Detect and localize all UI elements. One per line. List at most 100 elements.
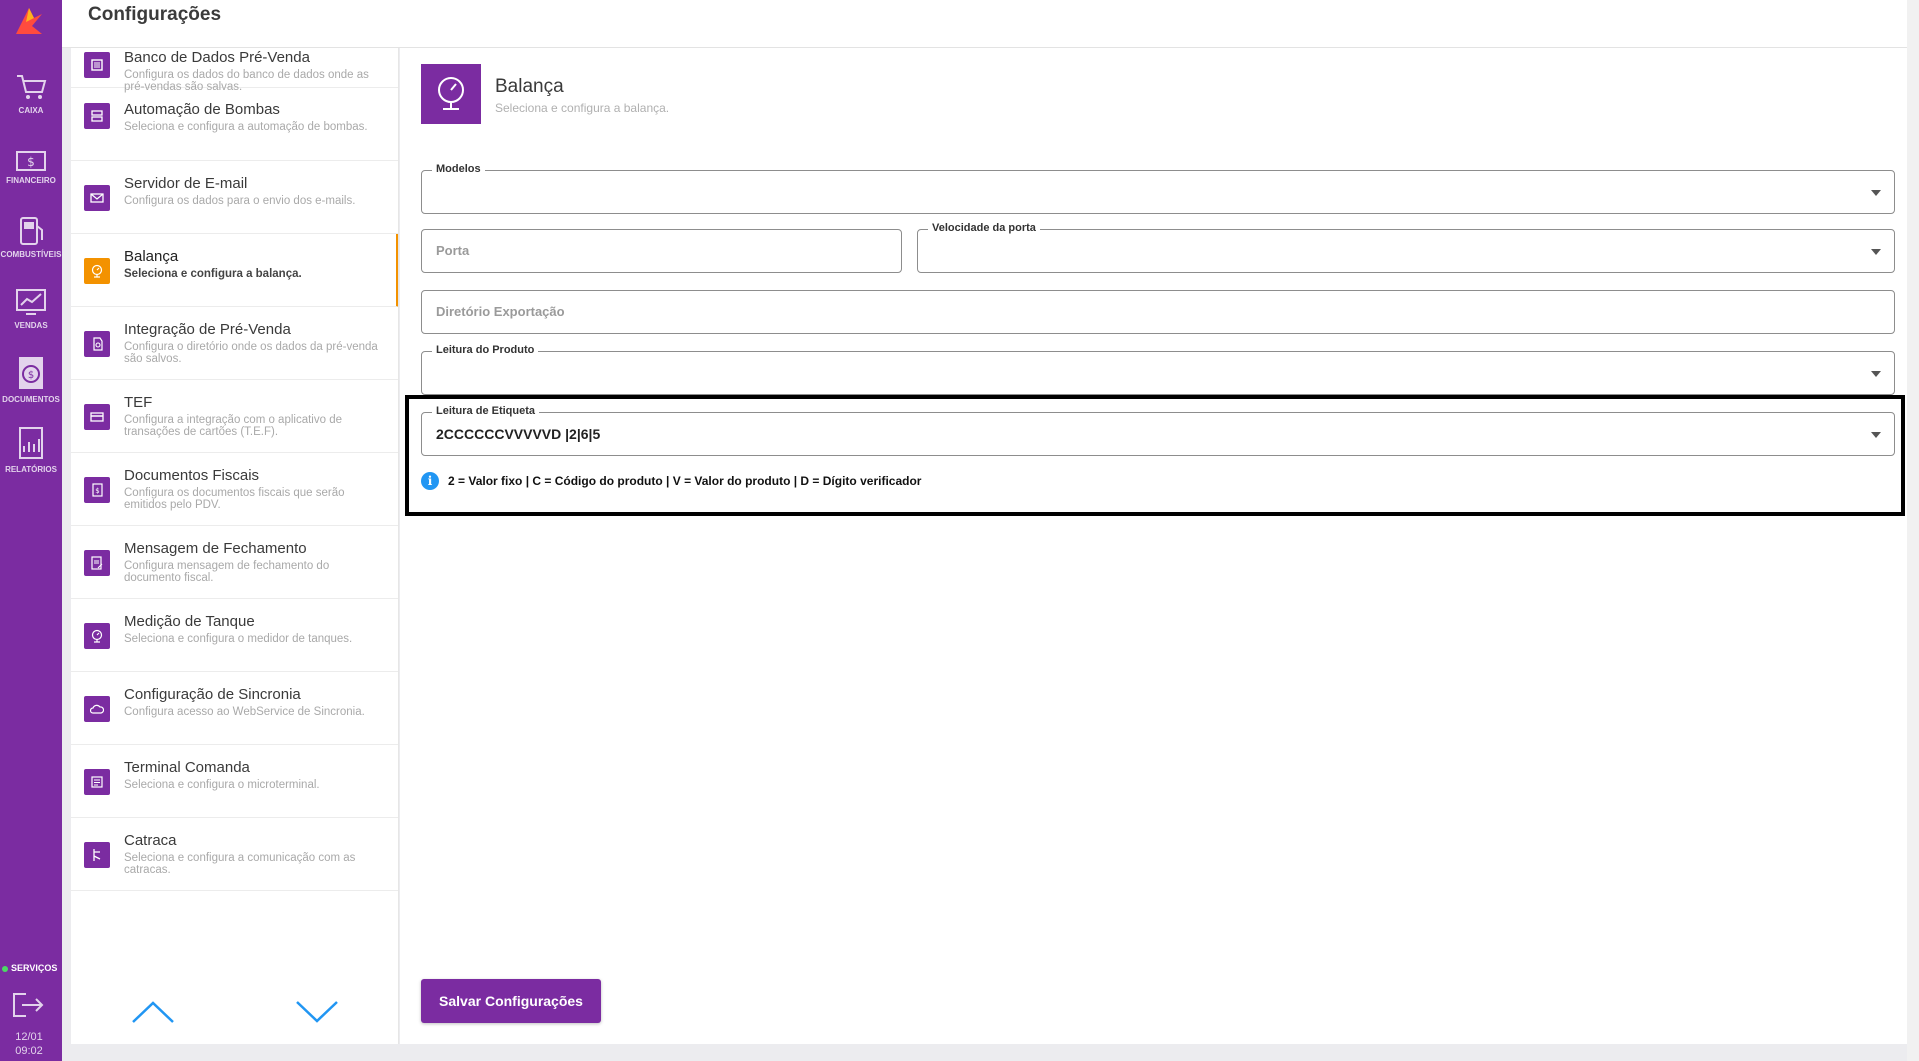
settings-item-title: Catraca (124, 832, 177, 849)
settings-item-balanca[interactable]: Balança Seleciona e configura a balança. (71, 234, 398, 307)
settings-item-desc: Configura mensagem de fechamento do docu… (124, 560, 330, 584)
info-icon: i (421, 472, 439, 490)
etiqueta-legend: i 2 = Valor fixo | C = Código do produto… (421, 472, 921, 490)
settings-list: Banco de Dados Pré-Venda Configura os da… (71, 48, 399, 1044)
message-document-icon (84, 550, 110, 576)
porta-input[interactable]: Porta (421, 229, 902, 273)
settings-item-desc: Seleciona e configura o microterminal. (124, 779, 320, 791)
dropdown-caret-icon (1871, 371, 1881, 377)
sales-chart-icon (16, 289, 46, 315)
settings-item-title: Documentos Fiscais (124, 467, 260, 484)
leitura-produto-label: Leitura do Produto (432, 344, 539, 356)
svg-text:$: $ (27, 155, 35, 169)
svg-text:$: $ (95, 487, 99, 495)
velocidade-porta-select[interactable]: Velocidade da porta (917, 222, 1895, 273)
settings-item-title: Mensagem de Fechamento (124, 540, 307, 557)
nav-documentos[interactable]: $ DOCUMENTOS (0, 353, 62, 419)
leitura-produto-select[interactable]: Leitura do Produto (421, 344, 1895, 395)
leitura-etiqueta-value: 2CCCCCCVVVVVD |2|6|5 (436, 426, 601, 442)
settings-item-servidor-email[interactable]: Servidor de E-mail Configura os dados pa… (71, 161, 398, 234)
settings-item-desc: Seleciona e configura a automação de bom… (124, 121, 368, 133)
settings-item-catraca[interactable]: Catraca Seleciona e configura a comunica… (71, 818, 398, 891)
settings-item-desc: Seleciona e configura a balança. (124, 268, 302, 280)
list-scroll-nav (71, 980, 398, 1044)
settings-item-tef[interactable]: TEF Configura a integração com o aplicat… (71, 380, 398, 453)
cart-icon (17, 75, 47, 99)
settings-item-title: Medição de Tanque (124, 613, 255, 630)
app-logo-icon (16, 8, 42, 34)
diretorio-placeholder: Diretório Exportação (436, 304, 565, 319)
velocidade-porta-label: Velocidade da porta (928, 222, 1040, 234)
settings-item-desc: Configura o diretório onde os dados da p… (124, 341, 378, 365)
services-status[interactable]: SERVIÇOS (0, 963, 62, 973)
database-icon (84, 52, 110, 78)
settings-item-terminal-comanda[interactable]: Terminal Comanda Seleciona e configura o… (71, 745, 398, 818)
cloud-sync-icon (84, 696, 110, 722)
leitura-etiqueta-select[interactable]: Leitura de Etiqueta 2CCCCCCVVVVVD |2|6|5 (421, 405, 1895, 456)
fiscal-document-icon: $ (84, 477, 110, 503)
settings-item-automacao-bombas[interactable]: Automação de Bombas Seleciona e configur… (71, 88, 398, 161)
section-description: Seleciona e configura a balança. (495, 101, 670, 115)
chevron-down-icon[interactable] (295, 1000, 339, 1024)
nav-vendas[interactable]: VENDAS (0, 285, 62, 351)
dropdown-caret-icon (1871, 249, 1881, 255)
terminal-icon (84, 769, 110, 795)
settings-item-banco-dados-pre-venda[interactable]: Banco de Dados Pré-Venda Configura os da… (71, 48, 398, 93)
card-icon (84, 404, 110, 430)
section-scale-icon (421, 64, 481, 124)
nav-relatorios[interactable]: RELATÓRIOS (0, 425, 62, 491)
document-money-icon: $ (19, 357, 43, 389)
modelos-select[interactable]: Modelos (421, 163, 1895, 214)
modelos-label: Modelos (432, 163, 485, 175)
settings-detail-panel: Balança Seleciona e configura a balança.… (400, 48, 1907, 1044)
report-icon (19, 427, 43, 459)
settings-item-integracao-pre-venda[interactable]: Integração de Pré-Venda Configura o dire… (71, 307, 398, 380)
pump-automation-icon (84, 103, 110, 129)
settings-item-title: Balança (124, 248, 179, 265)
settings-item-title: Banco de Dados Pré-Venda (124, 49, 310, 66)
settings-item-desc: Configura a integração com o aplicativo … (124, 414, 342, 438)
porta-placeholder: Porta (436, 243, 470, 258)
page-scrollbar[interactable] (1907, 0, 1919, 1061)
settings-item-title: TEF (124, 394, 153, 411)
nav-documentos-label: DOCUMENTOS (2, 395, 60, 404)
nav-vendas-label: VENDAS (14, 321, 48, 330)
chevron-up-icon[interactable] (131, 1000, 175, 1024)
settings-item-title: Integração de Pré-Venda (124, 321, 291, 338)
logout-icon[interactable] (10, 990, 46, 1020)
nav-combustiveis[interactable]: COMBUSTÍVEIS (0, 214, 62, 280)
settings-item-title: Configuração de Sincronia (124, 686, 301, 703)
etiqueta-legend-text: 2 = Valor fixo | C = Código do produto |… (448, 474, 922, 488)
clock-date: 12/01 (15, 1031, 43, 1043)
services-label: SERVIÇOS (11, 963, 58, 973)
scale-icon (84, 258, 110, 284)
dropdown-caret-icon (1871, 432, 1881, 438)
svg-text:$: $ (28, 370, 34, 381)
nav-caixa-label: CAIXA (18, 106, 44, 115)
settings-item-documentos-fiscais[interactable]: $ Documentos Fiscais Configura os docume… (71, 453, 398, 526)
page-title: Configurações (88, 4, 222, 25)
diretorio-exportacao-input[interactable]: Diretório Exportação (421, 290, 1895, 334)
settings-item-title: Automação de Bombas (124, 101, 280, 118)
nav-financeiro[interactable]: $ FINANCEIRO (0, 144, 62, 210)
page-header: Configurações (62, 0, 1907, 48)
section-title: Balança (495, 76, 564, 97)
settings-item-title: Servidor de E-mail (124, 175, 248, 192)
settings-item-desc: Seleciona e configura a comunicação com … (124, 852, 356, 876)
settings-item-sincronia[interactable]: Configuração de Sincronia Configura aces… (71, 672, 398, 745)
nav-financeiro-label: FINANCEIRO (6, 176, 56, 185)
money-icon: $ (16, 151, 46, 171)
nav-caixa[interactable]: CAIXA (0, 70, 62, 136)
nav-combustiveis-label: COMBUSTÍVEIS (0, 250, 62, 259)
settings-item-desc: Configura acesso ao WebService de Sincro… (124, 706, 365, 718)
settings-item-mensagem-fechamento[interactable]: Mensagem de Fechamento Configura mensage… (71, 526, 398, 599)
settings-item-desc: Configura os dados para o envio dos e-ma… (124, 195, 356, 207)
dropdown-caret-icon (1871, 190, 1881, 196)
save-settings-button[interactable]: Salvar Configurações (421, 979, 601, 1023)
clock-time: 09:02 (15, 1045, 43, 1057)
settings-item-medicao-tanque[interactable]: Medição de Tanque Seleciona e configura … (71, 599, 398, 672)
status-dot (2, 965, 8, 972)
turnstile-icon (84, 842, 110, 868)
settings-item-desc: Configura os documentos fiscais que serã… (124, 487, 345, 511)
pre-sale-integration-icon (84, 331, 110, 357)
